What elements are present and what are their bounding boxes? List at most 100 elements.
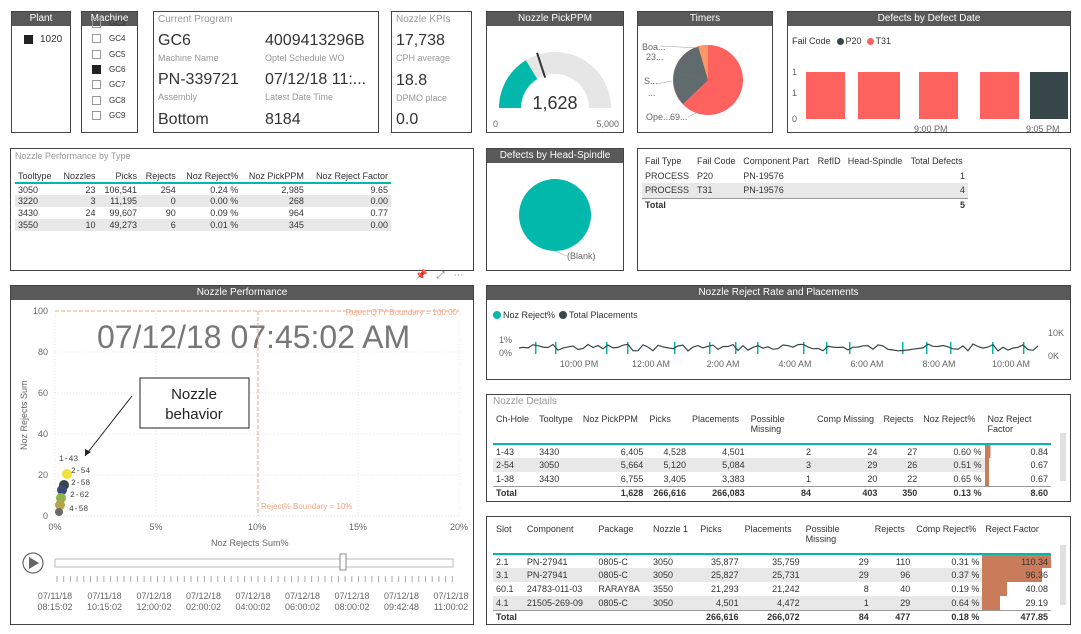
y-tick: 60	[38, 388, 48, 398]
table-row[interactable]: 3220 3 11,195 0 0.00 % 268 0.00	[15, 195, 391, 207]
total-cell: 266,616	[653, 488, 686, 499]
table-cell: 0.37 %	[913, 568, 983, 582]
pin-icon[interactable]: 📌	[415, 270, 427, 281]
table-cell: 29	[802, 568, 872, 582]
machine-item-gc8[interactable]: GC8	[92, 92, 125, 107]
plant-item[interactable]: 1020	[24, 34, 62, 45]
table-row[interactable]: 60.1 24783-011-03 RARAY8A 3550 21,293 21,242 8…	[493, 582, 1051, 596]
machine-item-gc7[interactable]: GC7	[92, 77, 125, 92]
table-cell: 0	[139, 195, 179, 207]
scatter-point[interactable]	[55, 508, 63, 516]
slot-table: Slot Component Package Nozzle 1 Picks Placeme…	[493, 524, 1051, 624]
checkbox-checked-icon[interactable]	[24, 35, 33, 44]
checkbox-icon[interactable]	[92, 95, 101, 105]
nozzle-perf-type-title: Nozzle Performance by Type	[15, 151, 131, 161]
play-axis-track[interactable]	[54, 558, 454, 568]
machine-item-gc3[interactable]: GC3	[92, 16, 125, 31]
table-cell: 2,985	[281, 184, 304, 195]
more-options-icon[interactable]: ⋯	[453, 270, 463, 281]
table-cell: 27	[907, 446, 918, 457]
table-cell: 3550	[15, 219, 58, 231]
table-cell: 60.1	[496, 584, 514, 594]
table-cell: 22	[907, 473, 918, 484]
column-header: Placements	[744, 524, 792, 534]
table-cell: 0805-C	[598, 556, 628, 567]
column-header: Possible Missing	[750, 414, 785, 434]
timeline-date: 07/12/18	[285, 591, 320, 601]
cph-label: CPH average	[396, 53, 451, 63]
table-cell: 0.77	[370, 208, 388, 218]
play-icon[interactable]	[29, 557, 39, 569]
checkbox-icon[interactable]	[92, 49, 101, 59]
machine-item-gc4[interactable]: GC4	[92, 31, 125, 46]
timeline-date: 07/12/18	[186, 591, 221, 601]
table-cell: 3	[57, 195, 99, 207]
y-tick: 100	[33, 306, 48, 316]
total-label: Total	[645, 200, 666, 211]
bar-p20	[1030, 72, 1068, 119]
checkbox-icon[interactable]	[92, 19, 101, 29]
x-tick: 10:00 AM	[992, 359, 1030, 369]
total-cell: 0.18 %	[951, 612, 980, 623]
column-header: Noz PickPPM	[248, 170, 304, 181]
table-cell: 1-38	[496, 473, 515, 484]
table-cell: 3050	[536, 458, 580, 472]
checkbox-icon[interactable]	[92, 110, 101, 120]
assembly-value: PN-339721	[158, 71, 239, 88]
total-cell: Total	[496, 488, 517, 499]
column-header: Ch-Hole	[496, 414, 530, 424]
timeline-time: 08:00:02	[334, 602, 369, 612]
focus-mode-icon[interactable]: ⤢	[436, 270, 444, 281]
table-row[interactable]: PROCESS P20 PN-19576 1	[642, 168, 968, 183]
table-cell: 0.01 %	[178, 219, 242, 231]
table-row[interactable]: 4.1 21505-269-09 0805-C 3050 4,501 4,472 1 29 0.…	[493, 596, 1051, 610]
table-row[interactable]: 3550 10 49,273 6 0.01 % 345 0.00	[15, 219, 391, 231]
table-cell: 49,273	[98, 219, 140, 231]
timeline-time: 02:00:02	[186, 602, 221, 612]
pickppm-gauge: 1,628 0 5,000	[493, 52, 619, 129]
legend-placements-icon	[559, 311, 568, 319]
x-tick: 4:00 AM	[778, 359, 811, 369]
table-row[interactable]: 3.1 PN-27941 0805-C 3050 25,827 25,731 29 96 0.3…	[493, 568, 1051, 582]
x-tick-900: 9:00 PM	[914, 124, 948, 132]
timeline-time: 08:15:02	[37, 602, 72, 612]
table-row[interactable]: PROCESS T31 PN-19576 4	[642, 183, 968, 198]
timers-pie: Boa... 23... S... ... Ope... 69...	[642, 42, 743, 122]
column-header: Reject Factor	[985, 524, 1039, 534]
table-row[interactable]: 1-43 3430 6,405 4,528 4,501 2 24 27 0.60 % 0.84	[493, 444, 1051, 458]
machine-item-gc6[interactable]: GC6	[92, 62, 125, 77]
table-cell: 8	[863, 584, 869, 594]
table-cell: 90	[165, 208, 176, 218]
total-value: 5	[959, 200, 965, 211]
latest-date-label: Latest Date Time	[265, 92, 334, 102]
table-row[interactable]: 2-54 3050 5,664 5,120 5,084 3 29 26 0.51 % 0.67	[493, 458, 1051, 472]
slot-table-scrollbar[interactable]	[1060, 545, 1066, 605]
play-axis-handle[interactable]	[339, 553, 347, 571]
legend-noz-reject-icon	[493, 311, 501, 319]
machine-item-label: GC8	[109, 95, 126, 105]
total-cell: 266,072	[767, 612, 800, 623]
table-row[interactable]: 2.1 PN-27941 0805-C 3050 35,877 35,759 29 110 0.…	[493, 554, 1051, 568]
nozzle-details-scrollbar[interactable]	[1060, 433, 1066, 481]
point-label: 1-43	[59, 455, 78, 464]
nozzle-kpis-title: Nozzle KPIs	[396, 14, 451, 25]
machine-item-gc9[interactable]: GC9	[92, 108, 125, 123]
checkbox-checked-icon[interactable]	[92, 65, 101, 75]
checkbox-icon[interactable]	[92, 34, 101, 44]
machine-item-gc5[interactable]: GC5	[92, 47, 125, 62]
timeline-date: 07/12/18	[384, 591, 419, 601]
table-cell: 11,195	[98, 195, 140, 207]
total-row: Total 266,616 266,072 84 477 0.18 % 477.85	[493, 610, 1051, 624]
table-row[interactable]: 1-38 3430 6,755 3,405 3,383 1 20 22 0.65 % 0.67	[493, 472, 1051, 486]
table-row[interactable]: 3430 24 99,607 90 0.09 % 964 0.77	[15, 207, 391, 219]
table-row[interactable]: 3050 23 106,541 254 0.24 % 2,985 9.65	[15, 183, 391, 195]
table-cell: 4.1	[493, 596, 524, 610]
column-header: Comp Missing	[817, 414, 875, 424]
checkbox-icon[interactable]	[92, 80, 101, 90]
table-cell: 3550	[652, 584, 673, 594]
table-cell: 5,084	[688, 458, 748, 472]
table-cell: 29	[858, 556, 869, 567]
y-tick-1a: 1	[792, 67, 797, 77]
column-header: Picks	[649, 414, 671, 424]
table-cell: 3	[747, 458, 815, 472]
